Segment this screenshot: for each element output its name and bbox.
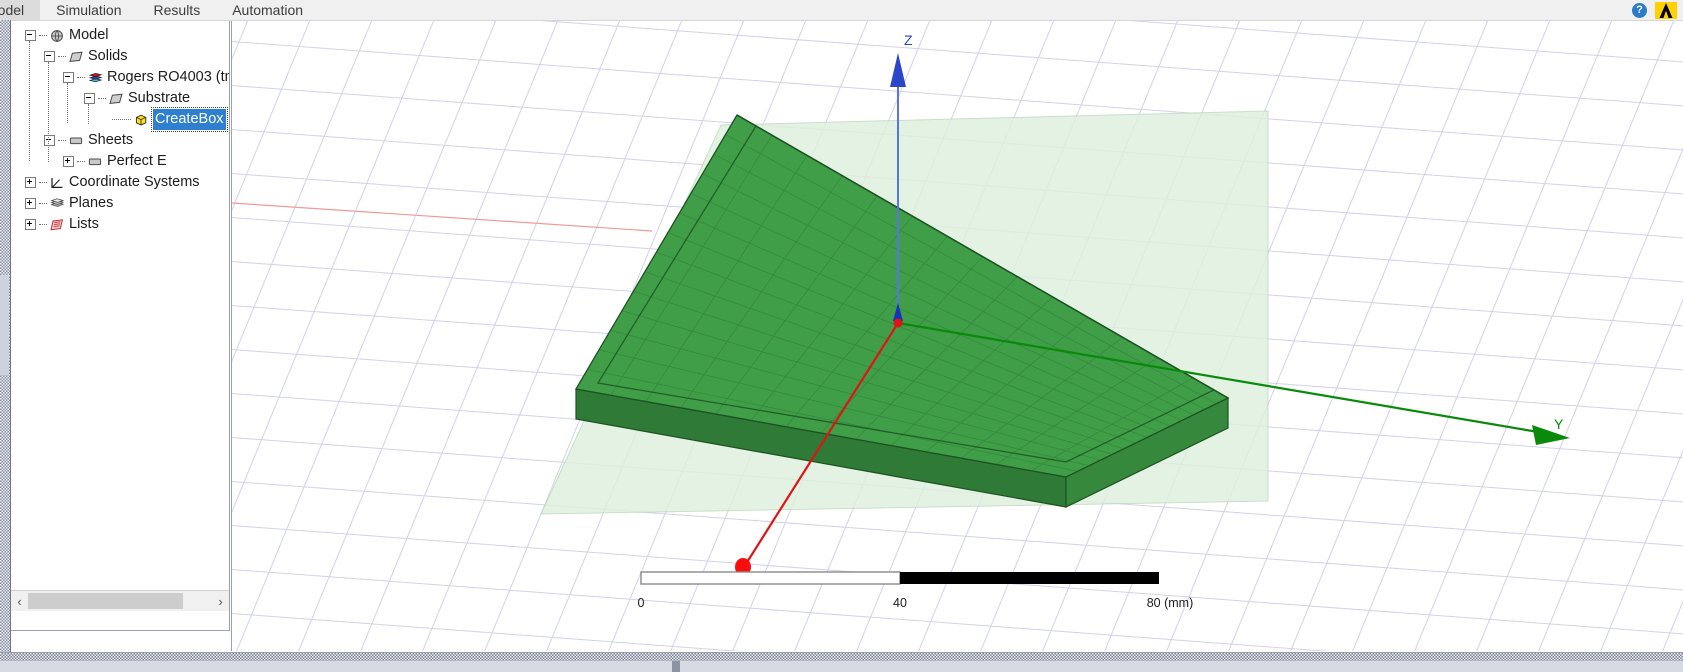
- tree-item-label: Lists: [69, 216, 99, 232]
- tree-item-label: Model: [69, 27, 109, 43]
- tree-connector: [39, 223, 47, 226]
- tree-item-label: CreateBox: [151, 107, 228, 132]
- tree-item-label: Planes: [69, 195, 114, 211]
- coordinate-systems-icon: [51, 177, 63, 188]
- sheets-icon: [69, 137, 83, 144]
- scale-tick-0: 0: [638, 596, 645, 610]
- tree-connector: [39, 34, 47, 37]
- perfect-e-icon: [88, 158, 102, 165]
- 3d-viewport[interactable]: Z Y 0 40 80 (mm): [231, 21, 1683, 651]
- planes-icon: [50, 197, 65, 207]
- tree-item-planes[interactable]: Planes: [11, 193, 229, 214]
- project-tree: Model Solids Rogers RO4003 (tm Substrate Cre…: [11, 25, 230, 235]
- tree-guide-line: [67, 83, 68, 123]
- tree-item-perfect-e[interactable]: Perfect E: [11, 151, 229, 172]
- y-axis-label: Y: [1554, 416, 1564, 432]
- tree-item-rogers-ro4003-tm[interactable]: Rogers RO4003 (tm: [11, 67, 230, 88]
- chevron-left-icon[interactable]: ‹: [11, 591, 28, 611]
- scale-tick-40: 40: [893, 596, 907, 610]
- tree-connector: [98, 97, 106, 100]
- scale-tick-80: 80 (mm): [1147, 596, 1194, 610]
- ansys-logo: [1655, 1, 1677, 19]
- panel-splitter-handle[interactable]: [0, 275, 9, 375]
- tree-guide-line: [29, 41, 30, 161]
- collapse-icon[interactable]: [63, 72, 74, 83]
- tree-item-solids[interactable]: Solids: [11, 46, 229, 67]
- help-question-icon[interactable]: ?: [1632, 2, 1647, 18]
- tree-item-label: Sheets: [88, 132, 134, 148]
- tree-connector: [39, 181, 47, 184]
- expand-icon[interactable]: [63, 156, 74, 167]
- collapse-icon[interactable]: [84, 93, 95, 104]
- tree-connector: [112, 118, 131, 121]
- tree-item-label: Coordinate Systems: [69, 174, 200, 190]
- status-grip-strip: [0, 652, 1683, 661]
- tree-connector: [39, 202, 47, 205]
- material-stack-icon: [88, 72, 103, 82]
- menu-bar-right-icons: ?: [1632, 1, 1683, 19]
- tree-item-label: Rogers RO4003 (tm: [107, 69, 230, 85]
- collapse-icon[interactable]: [44, 51, 55, 62]
- substrate-icon: [109, 93, 123, 104]
- tree-item-coordinate-systems[interactable]: Coordinate Systems: [11, 172, 229, 193]
- project-tree-panel: Model Solids Rogers RO4003 (tm Substrate Cre…: [11, 21, 230, 631]
- tree-item-sheets[interactable]: Sheets: [11, 130, 229, 151]
- solids-icon: [69, 51, 83, 62]
- expand-icon[interactable]: [25, 177, 36, 188]
- status-bar-handle[interactable]: [672, 661, 680, 672]
- menu-bar: Model Simulation Results Automation ?: [0, 0, 1683, 21]
- 3d-scene[interactable]: Z Y 0 40 80 (mm): [232, 21, 1683, 651]
- chevron-right-icon[interactable]: ›: [212, 591, 229, 611]
- tree-guide-line: [48, 62, 49, 162]
- model-globe-icon: [51, 29, 63, 42]
- createbox-cube-icon: [135, 114, 147, 125]
- tree-item-label: Substrate: [128, 90, 191, 106]
- tree-item-label: Perfect E: [107, 153, 167, 169]
- tree-connector: [77, 160, 85, 163]
- tree-item-label: Solids: [88, 48, 128, 64]
- collapse-icon[interactable]: [44, 135, 55, 146]
- hfss-modeler-window: Model Simulation Results Automation ? Mo…: [0, 0, 1683, 672]
- panel-splitter-grip[interactable]: [0, 20, 11, 652]
- tree-item-model[interactable]: Model: [11, 25, 229, 46]
- status-bar: [0, 661, 1683, 672]
- tree-guide-line: [88, 104, 89, 124]
- scrollbar-thumb[interactable]: [28, 593, 183, 609]
- collapse-icon[interactable]: [25, 30, 36, 41]
- tree-item-lists[interactable]: Lists: [11, 214, 229, 235]
- expand-icon[interactable]: [25, 219, 36, 230]
- tree-connector: [58, 55, 66, 58]
- tree-connector: [58, 139, 66, 142]
- lists-icon: [50, 218, 64, 230]
- tree-item-substrate[interactable]: Substrate: [11, 88, 229, 109]
- scrollbar-track[interactable]: [28, 591, 212, 611]
- tree-connector: [77, 76, 85, 79]
- tree-horizontal-scrollbar[interactable]: ‹ ›: [11, 590, 229, 611]
- menu-item-model[interactable]: Model: [0, 0, 41, 20]
- expand-icon[interactable]: [25, 198, 36, 209]
- z-axis-label: Z: [904, 32, 913, 48]
- menu-item-simulation[interactable]: Simulation: [40, 0, 137, 20]
- tree-item-createbox[interactable]: CreateBox: [11, 107, 229, 132]
- menu-item-results[interactable]: Results: [138, 0, 217, 20]
- menu-item-automation[interactable]: Automation: [216, 0, 319, 20]
